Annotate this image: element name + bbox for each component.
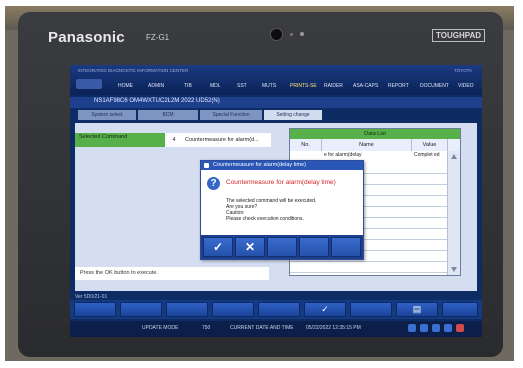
ok-button[interactable]: ✓ [203, 237, 233, 257]
app-menubar: INTEGRATED DIAGNOSTIC INFORMATION CENTER… [70, 65, 482, 95]
status-datetime: 05/22/2022 12:35:15 PM [306, 325, 361, 331]
column-value: Value [412, 139, 448, 151]
scroll-down-icon[interactable] [451, 267, 457, 272]
question-icon: ? [207, 177, 220, 190]
breadcrumb-bcm[interactable]: BCM [138, 110, 198, 120]
window-icon[interactable] [444, 324, 452, 332]
column-name: Name [322, 139, 412, 151]
tab-prints-se[interactable]: PRINTS-SE [290, 83, 317, 89]
data-list-header: No. Name Value [290, 139, 460, 151]
dialog-empty-button [331, 237, 361, 257]
function-button[interactable] [74, 302, 116, 317]
function-button-bar: ✓ ▤ [70, 300, 482, 319]
data-list-scrollbar[interactable] [447, 151, 460, 275]
status-bar: UPDATE MODE 750 CURRENT DATE AND TIME 05… [70, 321, 482, 337]
cancel-button[interactable]: ✕ [235, 237, 265, 257]
execute-button[interactable]: ✓ [304, 302, 346, 317]
dialog-empty-button [267, 237, 297, 257]
light-sensor-icon [300, 32, 304, 36]
data-list-title: Data List [290, 129, 460, 139]
selected-command-label: Selected Command [75, 133, 165, 147]
vehicle-bar: NS1AF98C6 OM4WXTUC2L2M 2022 UD52(N) [70, 97, 482, 108]
device-brand: Panasonic [48, 29, 125, 46]
selected-command-number: 4 [165, 133, 183, 147]
camera-icon [270, 28, 283, 41]
dialog-caution-text: Please check execution conditions. [226, 216, 304, 222]
row-value: Complet ed [414, 152, 440, 158]
breadcrumb: System select BCM Special Function Setti… [70, 110, 482, 120]
help-icon[interactable] [408, 324, 416, 332]
tab-admin[interactable]: ADMIN [148, 83, 164, 89]
breadcrumb-setting-change[interactable]: Setting change [264, 110, 322, 120]
tab-mdl[interactable]: MDL [210, 83, 221, 89]
status-mode: UPDATE MODE [142, 325, 179, 331]
function-button[interactable] [442, 302, 478, 317]
tab-tib[interactable]: TIB [184, 83, 192, 89]
confirm-dialog: Countermeasure for alarm(delay time) ? C… [200, 160, 364, 260]
vehicle-info: NS1AF98C6 OM4WXTUC2L2M 2022 UD52(N) [94, 98, 220, 104]
tab-sst[interactable]: SST [237, 83, 247, 89]
app-logo [76, 79, 102, 89]
dialog-app-icon [204, 163, 209, 168]
app-top-right: TOYOTA [453, 68, 472, 73]
scroll-up-icon[interactable] [451, 154, 457, 159]
selected-command-value: Countermeasure for alarm(d... [183, 133, 271, 147]
tab-video[interactable]: VIDEO [458, 83, 474, 89]
tab-raider[interactable]: RAIDER [324, 83, 343, 89]
status-datetime-label: CURRENT DATE AND TIME [230, 325, 294, 331]
column-no: No. [290, 139, 322, 151]
tablet-screen: INTEGRATED DIAGNOSTIC INFORMATION CENTER… [70, 65, 482, 337]
dialog-heading: Countermeasure for alarm(delay time) [226, 179, 336, 186]
breadcrumb-special-function[interactable]: Special Function [200, 110, 262, 120]
row-name: e for alarm(delay [324, 152, 362, 158]
status-count: 750 [202, 325, 211, 331]
function-button[interactable] [258, 302, 300, 317]
breadcrumb-system-select[interactable]: System select [78, 110, 136, 120]
tab-muts[interactable]: MUTS [262, 83, 276, 89]
print-button[interactable]: ▤ [396, 302, 438, 317]
tab-home[interactable]: HOME [118, 83, 133, 89]
device-badge: TOUGHPAD [432, 29, 486, 42]
tab-document[interactable]: DOCUMENT [420, 83, 449, 89]
function-button[interactable] [212, 302, 254, 317]
app-title: INTEGRATED DIAGNOSTIC INFORMATION CENTER [78, 68, 189, 73]
table-row[interactable] [290, 261, 460, 273]
network-icon[interactable] [432, 324, 440, 332]
function-button[interactable] [120, 302, 162, 317]
selected-command-row: Selected Command 4 Countermeasure for al… [75, 133, 271, 147]
function-button[interactable] [166, 302, 208, 317]
dialog-button-bar: ✓ ✕ [201, 235, 363, 259]
sensor-icon [290, 33, 293, 36]
tab-asa-caps[interactable]: ASA-CAPS [353, 83, 378, 89]
dialog-title: Countermeasure for alarm(delay time) [201, 161, 363, 170]
power-icon[interactable] [456, 324, 464, 332]
folder-icon[interactable] [420, 324, 428, 332]
tab-report[interactable]: REPORT [388, 83, 409, 89]
device-model: FZ-G1 [146, 33, 170, 42]
function-button[interactable] [350, 302, 392, 317]
dialog-empty-button [299, 237, 329, 257]
instruction-text: Press the OK button to execute. [75, 267, 269, 280]
